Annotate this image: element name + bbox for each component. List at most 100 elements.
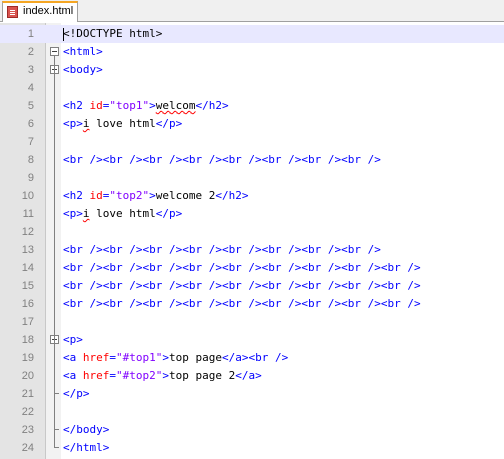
code-token: > (162, 351, 169, 364)
code-token: <h2 (63, 99, 90, 112)
code-token: </p> (155, 207, 183, 220)
code-line[interactable]: 10 <h2 id="top2">welcome 2</h2> (0, 187, 504, 205)
tab-bar: index.html (0, 0, 504, 22)
code-line[interactable]: 18 <p> (0, 331, 504, 349)
code-token: <a (63, 351, 83, 364)
line-number: 12 (21, 226, 34, 238)
code-token: "top1" (109, 99, 150, 112)
tab-label: index.html (23, 5, 74, 17)
code-token: "#top1" (116, 351, 163, 364)
code-token: <br /><br /><br /><br /><br /><br /><br … (63, 243, 381, 256)
line-code: <a href="#top1">top page</a><br /> (63, 349, 288, 367)
line-code: <p>i love html</p> (63, 115, 182, 133)
line-code: </html> (63, 439, 109, 457)
code-line[interactable]: 2 <html> (0, 43, 504, 61)
code-line[interactable]: 22 (0, 403, 504, 421)
code-line[interactable]: 17 (0, 313, 504, 331)
code-token: <!DOCTYPE html> (63, 27, 163, 40)
code-line[interactable]: 1 <!DOCTYPE html> (0, 25, 504, 43)
code-token: love html (89, 117, 156, 130)
code-token: i (82, 207, 90, 220)
line-number: 18 (21, 334, 34, 346)
code-token: top page 2 (168, 369, 236, 382)
line-number: 13 (21, 244, 34, 256)
tab-index-html[interactable]: index.html (2, 1, 78, 22)
code-line[interactable]: 13 <br /><br /><br /><br /><br /><br /><b… (0, 241, 504, 259)
code-token: </body> (63, 423, 110, 436)
code-line[interactable]: 23 </body> (0, 421, 504, 439)
line-number: 19 (21, 352, 34, 364)
line-code: <br /><br /><br /><br /><br /><br /><br … (63, 241, 381, 259)
code-line[interactable]: 6 <p>i love html</p> (0, 115, 504, 133)
code-line[interactable]: 15 <br /><br /><br /><br /><br /><br /><b… (0, 277, 504, 295)
line-number: 5 (27, 100, 34, 112)
line-code: <br /><br /><br /><br /><br /><br /><br … (63, 151, 381, 169)
text-caret (63, 28, 64, 41)
line-number: 24 (21, 442, 34, 454)
code-token: i (82, 117, 90, 130)
code-token: = (109, 369, 116, 382)
code-token: id (89, 99, 103, 112)
code-line[interactable]: 9 (0, 169, 504, 187)
line-number: 2 (27, 46, 34, 58)
code-line[interactable]: 4 (0, 79, 504, 97)
code-token: > (162, 369, 169, 382)
code-token: <body> (63, 63, 103, 76)
code-token: href (82, 369, 110, 382)
code-token: "#top2" (116, 369, 163, 382)
code-token: </a><br /> (221, 351, 289, 364)
code-line[interactable]: 19 <a href="#top1">top page</a><br /> (0, 349, 504, 367)
line-code: <body> (63, 61, 103, 79)
line-number: 11 (22, 208, 34, 220)
line-number: 23 (21, 424, 34, 436)
fold-toggle-icon[interactable] (50, 47, 59, 56)
line-number: 15 (21, 280, 34, 292)
code-token: > (149, 189, 156, 202)
line-code: <p>i love html</p> (63, 205, 182, 223)
code-token: > (149, 99, 156, 112)
line-number: 3 (27, 64, 34, 76)
line-number: 22 (21, 406, 34, 418)
line-number: 4 (27, 82, 34, 94)
code-editor[interactable]: 1 <!DOCTYPE html> 2 <html> 3 <body> 4 5 <h2 id="… (0, 23, 504, 459)
html-file-icon (7, 6, 18, 18)
code-line[interactable]: 14 <br /><br /><br /><br /><br /><br /><b… (0, 259, 504, 277)
code-line[interactable]: 20 <a href="#top2">top page 2</a> (0, 367, 504, 385)
code-token: </h2> (215, 189, 249, 202)
code-token: love html (89, 207, 156, 220)
code-line[interactable]: 21 </p> (0, 385, 504, 403)
line-code: <p> (63, 331, 83, 349)
code-token: </h2> (195, 99, 229, 112)
line-code: <br /><br /><br /><br /><br /><br /><br … (63, 295, 421, 313)
code-line[interactable]: 7 (0, 133, 504, 151)
line-code: </p> (63, 385, 90, 403)
code-token: top page (168, 351, 222, 364)
code-token: <br /><br /><br /><br /><br /><br /><br … (63, 153, 381, 166)
line-code: <h2 id="top2">welcome 2</h2> (63, 187, 248, 205)
code-line[interactable]: 5 <h2 id="top1">welcom</h2> (0, 97, 504, 115)
code-line[interactable]: 24 </html> (0, 439, 504, 457)
code-line[interactable]: 11 <p>i love html</p> (0, 205, 504, 223)
line-code: <!DOCTYPE html> (63, 25, 162, 43)
code-line[interactable]: 12 (0, 223, 504, 241)
line-number: 1 (27, 28, 34, 40)
line-number: 9 (27, 172, 34, 184)
line-code: <br /><br /><br /><br /><br /><br /><br … (63, 277, 421, 295)
code-line[interactable]: 8 <br /><br /><br /><br /><br /><br /><br… (0, 151, 504, 169)
line-number: 6 (27, 118, 34, 130)
code-token: "top2" (109, 189, 150, 202)
code-token: <p> (63, 117, 83, 130)
code-token: welcom (155, 99, 196, 112)
line-code: <a href="#top2">top page 2</a> (63, 367, 262, 385)
code-token: id (89, 189, 103, 202)
line-number: 14 (21, 262, 34, 274)
code-token: <br /><br /><br /><br /><br /><br /><br … (63, 279, 421, 292)
line-number: 21 (21, 388, 34, 400)
line-code: <h2 id="top1">welcom</h2> (63, 97, 229, 115)
code-line[interactable]: 3 <body> (0, 61, 504, 79)
line-code: </body> (63, 421, 109, 439)
code-line[interactable]: 16 <br /><br /><br /><br /><br /><br /><b… (0, 295, 504, 313)
code-token: <br /><br /><br /><br /><br /><br /><br … (63, 261, 421, 274)
line-number: 20 (21, 370, 34, 382)
line-number: 16 (21, 298, 34, 310)
